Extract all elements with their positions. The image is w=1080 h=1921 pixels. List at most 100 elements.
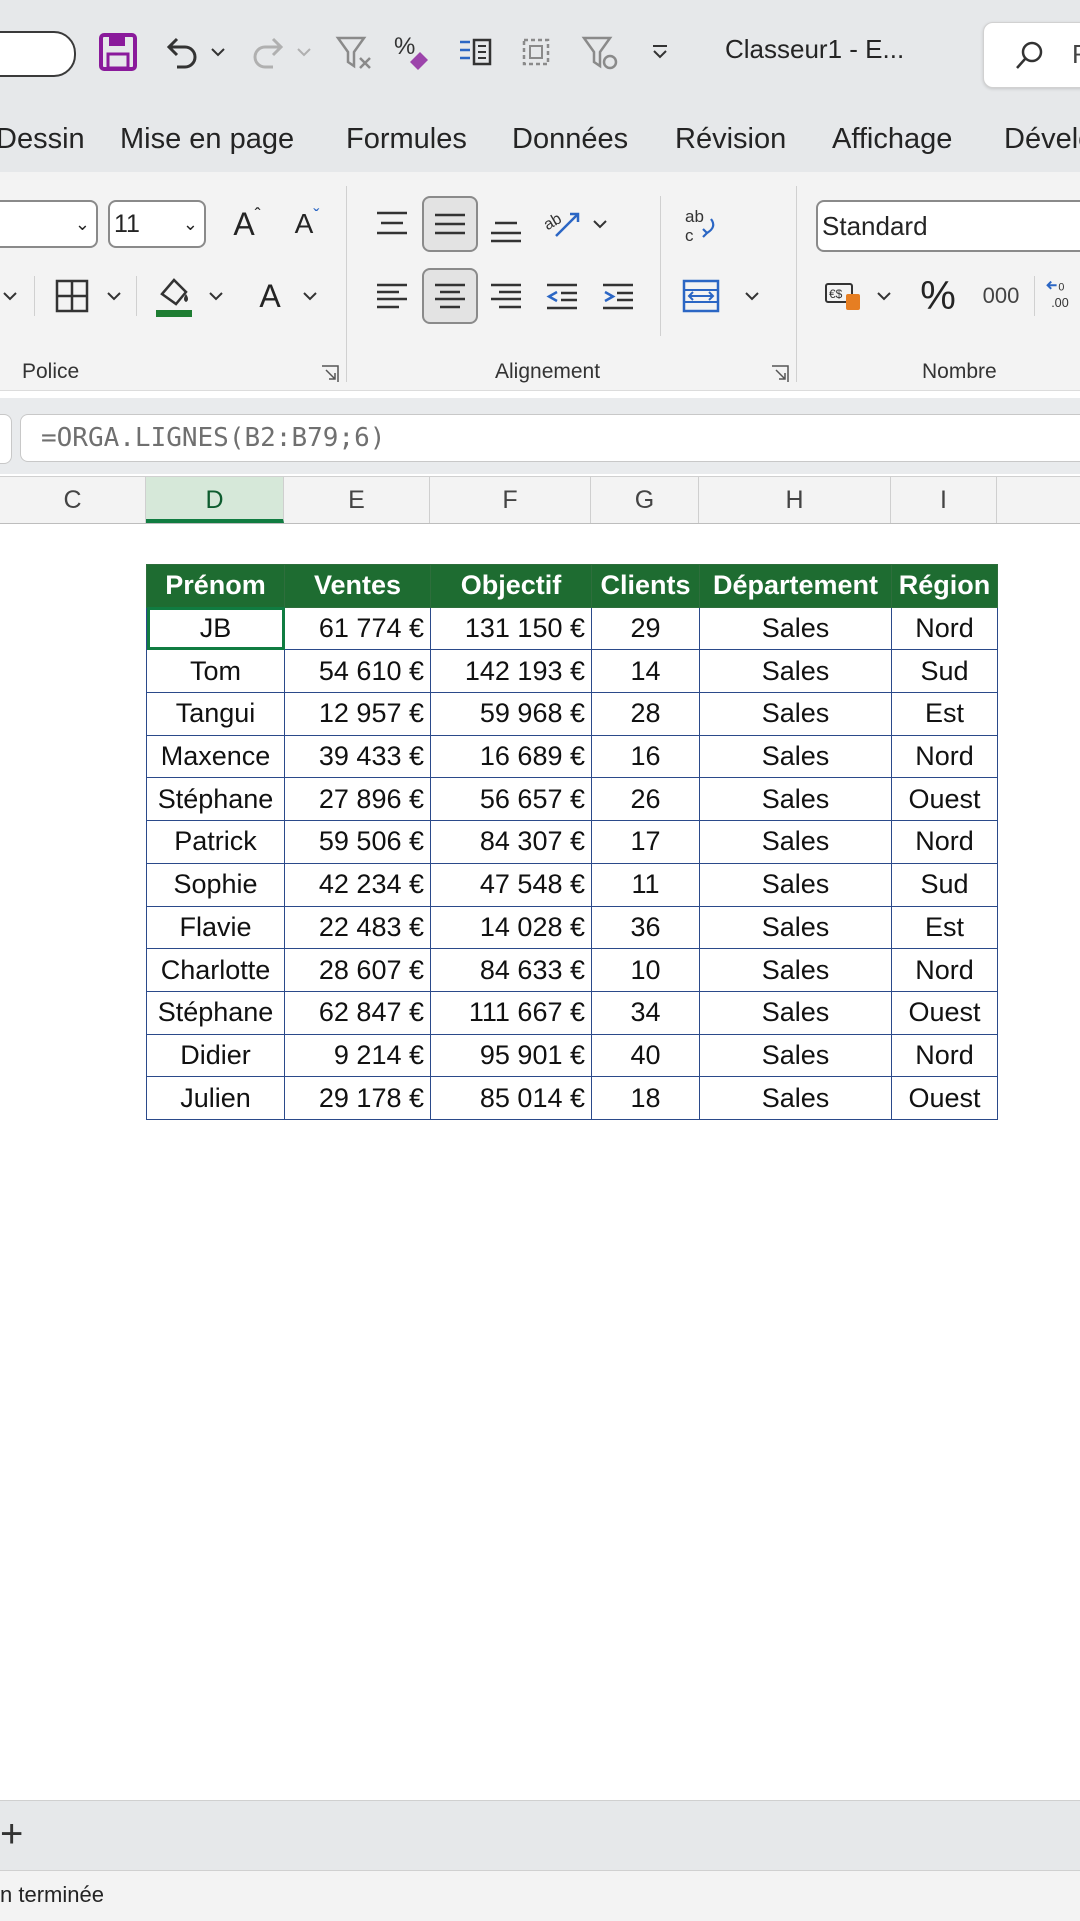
dialog-launcher-icon[interactable] xyxy=(320,364,340,389)
cell-clients[interactable]: 14 xyxy=(591,649,700,694)
cell-region[interactable]: Nord xyxy=(891,734,998,779)
tab-developpeur[interactable]: Dévelo xyxy=(1004,123,1080,156)
accounting-format-icon[interactable]: €$ xyxy=(820,272,868,320)
tab-mise-en-page[interactable]: Mise en page xyxy=(120,123,294,156)
filter-refresh-icon[interactable] xyxy=(578,26,622,78)
cell-departement[interactable]: Sales xyxy=(699,692,892,736)
cell-departement[interactable]: Sales xyxy=(699,777,892,822)
merge-center-icon[interactable] xyxy=(676,272,726,320)
cell-prenom[interactable]: Sophie xyxy=(146,862,285,907)
dialog-launcher-icon[interactable] xyxy=(770,364,790,389)
cell-clients[interactable]: 26 xyxy=(591,777,700,822)
column-header-g[interactable]: G xyxy=(591,477,699,523)
percent-style-button[interactable]: % xyxy=(914,270,962,322)
cell-clients[interactable]: 11 xyxy=(591,862,700,907)
tab-donnees[interactable]: Données xyxy=(512,123,628,156)
cell-prenom[interactable]: Maxence xyxy=(146,734,285,779)
cell-objectif[interactable]: 84 307 € xyxy=(430,820,592,864)
cell-prenom[interactable]: Didier xyxy=(146,1033,285,1078)
grow-font-button[interactable]: Aˆ xyxy=(222,200,272,248)
cell-ventes[interactable]: 12 957 € xyxy=(284,692,431,736)
font-name-select[interactable]: ⌄ xyxy=(0,200,98,248)
cell-prenom[interactable]: Stéphane xyxy=(146,777,285,822)
fill-color-dropdown-icon[interactable] xyxy=(206,272,226,320)
redo-dropdown-icon[interactable] xyxy=(294,26,314,78)
align-middle-icon[interactable] xyxy=(422,196,478,252)
tab-affichage[interactable]: Affichage xyxy=(832,123,952,156)
fill-color-icon[interactable] xyxy=(150,268,198,324)
cell-departement[interactable]: Sales xyxy=(699,649,892,694)
text-orientation-icon[interactable]: ab xyxy=(540,200,584,248)
wrap-text-icon[interactable]: ab c xyxy=(676,200,726,250)
cell-departement[interactable]: Sales xyxy=(699,905,892,950)
increase-decimal-icon[interactable]: 0.00 xyxy=(1044,272,1080,320)
cell-region[interactable]: Est xyxy=(891,905,998,950)
percent-style-icon[interactable]: % xyxy=(390,26,434,78)
decrease-indent-icon[interactable] xyxy=(540,272,584,320)
name-box[interactable] xyxy=(0,414,12,464)
autosave-toggle[interactable] xyxy=(0,31,76,77)
cell-ventes[interactable]: 9 214 € xyxy=(284,1033,431,1078)
cell-prenom[interactable]: Patrick xyxy=(146,820,285,864)
header-clients[interactable]: Clients xyxy=(591,564,700,608)
cell-region[interactable]: Sud xyxy=(891,862,998,907)
cell-departement[interactable]: Sales xyxy=(699,948,892,992)
align-right-icon[interactable] xyxy=(484,272,528,320)
cell-clients[interactable]: 17 xyxy=(591,820,700,864)
header-departement[interactable]: Département xyxy=(699,564,892,608)
add-sheet-button[interactable]: + xyxy=(0,1812,23,1856)
cell-prenom[interactable]: JB xyxy=(146,606,285,651)
column-header-c[interactable]: C xyxy=(0,477,146,523)
cell-ventes[interactable]: 54 610 € xyxy=(284,649,431,694)
cell-clients[interactable]: 18 xyxy=(591,1076,700,1120)
cell-ventes[interactable]: 39 433 € xyxy=(284,734,431,779)
cell-region[interactable]: Ouest xyxy=(891,777,998,822)
column-header-h[interactable]: H xyxy=(699,477,891,523)
cell-objectif[interactable]: 84 633 € xyxy=(430,948,592,992)
tab-revision[interactable]: Révision xyxy=(675,123,786,156)
cell-clients[interactable]: 16 xyxy=(591,734,700,779)
cell-departement[interactable]: Sales xyxy=(699,990,892,1035)
search-box[interactable]: R xyxy=(983,22,1080,88)
refresh-data-icon[interactable] xyxy=(452,26,496,78)
cell-prenom[interactable]: Flavie xyxy=(146,905,285,950)
undo-dropdown-icon[interactable] xyxy=(208,26,228,78)
number-format-select[interactable]: Standard xyxy=(816,200,1080,252)
cell-ventes[interactable]: 61 774 € xyxy=(284,606,431,651)
cell-objectif[interactable]: 95 901 € xyxy=(430,1033,592,1078)
cell-departement[interactable]: Sales xyxy=(699,862,892,907)
align-top-icon[interactable] xyxy=(370,200,414,248)
borders-dropdown-icon[interactable] xyxy=(104,272,124,320)
accounting-dropdown-icon[interactable] xyxy=(874,272,894,320)
cell-ventes[interactable]: 62 847 € xyxy=(284,990,431,1035)
cell-objectif[interactable]: 47 548 € xyxy=(430,862,592,907)
cell-clients[interactable]: 40 xyxy=(591,1033,700,1078)
clear-filter-icon[interactable] xyxy=(332,26,376,78)
header-region[interactable]: Région xyxy=(891,564,998,608)
header-prenom[interactable]: Prénom xyxy=(146,564,285,608)
column-header-i[interactable]: I xyxy=(891,477,997,523)
thousands-separator-button[interactable]: 000 xyxy=(976,272,1026,320)
header-objectif[interactable]: Objectif xyxy=(430,564,592,608)
font-size-select[interactable]: 11 ⌄ xyxy=(108,200,206,248)
cell-region[interactable]: Nord xyxy=(891,606,998,651)
orientation-dropdown-icon[interactable] xyxy=(590,200,610,248)
cell-ventes[interactable]: 29 178 € xyxy=(284,1076,431,1120)
cell-prenom[interactable]: Stéphane xyxy=(146,990,285,1035)
merge-dropdown-icon[interactable] xyxy=(742,272,762,320)
font-color-button[interactable]: A xyxy=(250,272,290,320)
customize-toolbar-icon[interactable] xyxy=(648,26,672,78)
cell-ventes[interactable]: 42 234 € xyxy=(284,862,431,907)
align-left-icon[interactable] xyxy=(370,272,414,320)
cell-region[interactable]: Nord xyxy=(891,948,998,992)
cell-objectif[interactable]: 142 193 € xyxy=(430,649,592,694)
cell-clients[interactable]: 36 xyxy=(591,905,700,950)
cell-region[interactable]: Nord xyxy=(891,820,998,864)
cell-departement[interactable]: Sales xyxy=(699,820,892,864)
cell-ventes[interactable]: 22 483 € xyxy=(284,905,431,950)
column-header-d[interactable]: D xyxy=(146,477,284,523)
formula-input[interactable]: =ORGA.LIGNES(B2:B79;6) xyxy=(20,414,1080,462)
cell-ventes[interactable]: 28 607 € xyxy=(284,948,431,992)
save-icon[interactable] xyxy=(96,26,140,78)
cell-prenom[interactable]: Julien xyxy=(146,1076,285,1120)
